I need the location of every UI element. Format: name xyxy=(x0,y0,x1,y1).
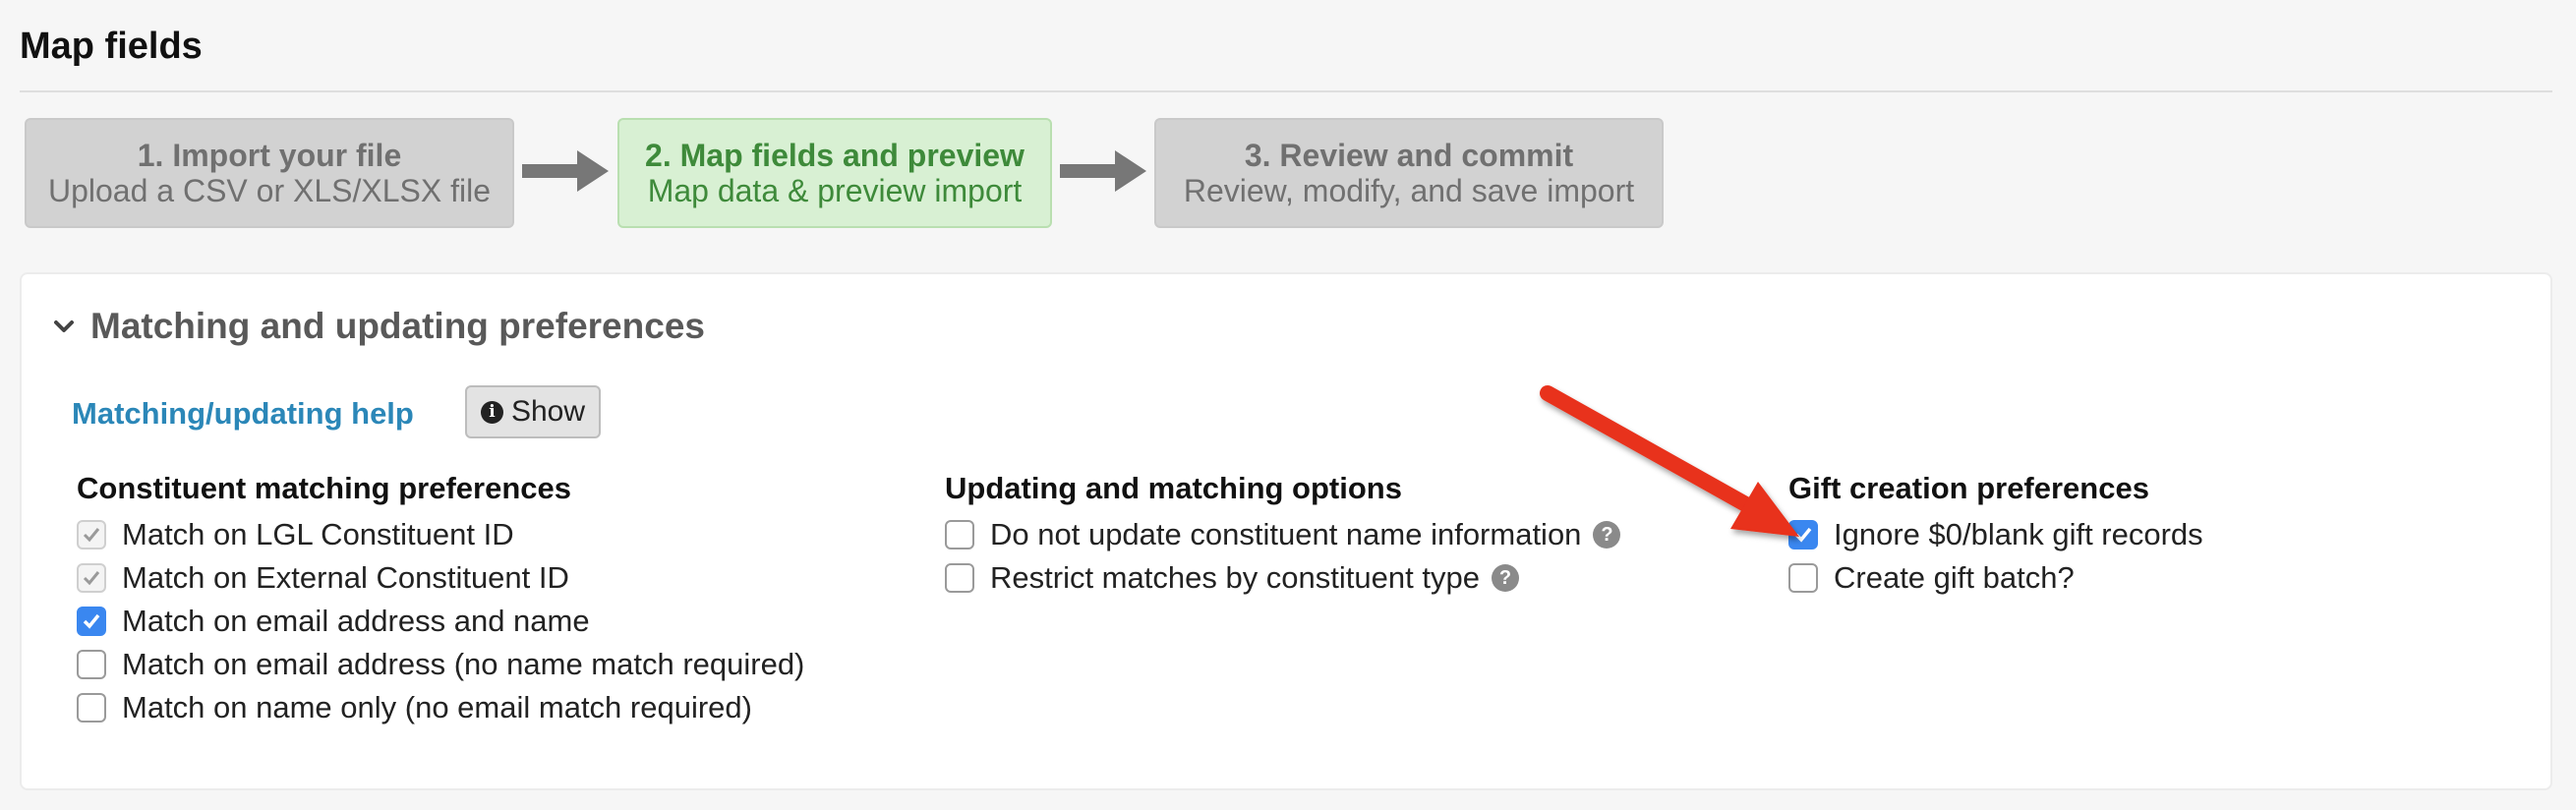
option-no-name-update: Do not update constituent name informati… xyxy=(945,513,1621,556)
option-label: Create gift batch? xyxy=(1834,560,2075,595)
option-label: Do not update constituent name informati… xyxy=(990,517,1582,551)
step-arrow-icon xyxy=(1060,150,1146,192)
step-title: 2. Map fields and preview xyxy=(645,138,1025,173)
annotation-arrow-icon xyxy=(1540,385,1799,537)
step-arrow-icon xyxy=(522,150,609,192)
option-label: Match on External Constituent ID xyxy=(122,560,569,595)
checkbox-create-gift-batch[interactable] xyxy=(1788,563,1818,593)
step-subtitle: Map data & preview import xyxy=(647,173,1023,208)
checkbox-match-email-name[interactable] xyxy=(77,607,106,636)
chevron-down-icon xyxy=(54,320,74,332)
updating-options-heading: Updating and matching options xyxy=(945,471,1402,505)
step-subtitle: Review, modify, and save import xyxy=(1183,173,1635,208)
option-label: Match on LGL Constituent ID xyxy=(122,517,514,551)
step-title: 3. Review and commit xyxy=(1244,138,1574,173)
option-restrict-type: Restrict matches by constituent type ? xyxy=(945,556,1620,600)
panel-title: Matching and updating preferences xyxy=(90,306,705,346)
constituent-matching-heading: Constituent matching preferences xyxy=(77,471,571,505)
step-review-commit[interactable]: 3. Review and commit Review, modify, and… xyxy=(1154,118,1664,228)
option-match-lgl-id: Match on LGL Constituent ID xyxy=(77,513,804,556)
step-import-file[interactable]: 1. Import your file Upload a CSV or XLS/… xyxy=(25,118,514,228)
checkbox-match-email-only[interactable] xyxy=(77,650,106,679)
show-button-label: Show xyxy=(510,395,586,428)
matching-preferences-panel: Matching and updating preferences Matchi… xyxy=(20,272,2552,790)
option-create-gift-batch: Create gift batch? xyxy=(1788,556,2203,600)
gift-creation-heading: Gift creation preferences xyxy=(1788,471,2149,505)
step-subtitle: Upload a CSV or XLS/XLSX file xyxy=(47,173,491,208)
option-label: Match on email address (no name match re… xyxy=(122,647,805,681)
option-label: Ignore $0/blank gift records xyxy=(1834,517,2203,551)
step-title: 1. Import your file xyxy=(137,138,402,173)
option-match-name-only: Match on name only (no email match requi… xyxy=(77,686,804,729)
checkbox-no-name-update[interactable] xyxy=(945,520,974,550)
constituent-matching-column: Constituent matching preferences Match o… xyxy=(77,471,804,729)
panel-header-toggle[interactable]: Matching and updating preferences xyxy=(51,306,705,347)
matching-help-link[interactable]: Matching/updating help xyxy=(72,396,414,432)
checkbox-restrict-type[interactable] xyxy=(945,563,974,593)
updating-options-column: Updating and matching options Do not upd… xyxy=(945,471,1621,600)
checkbox-match-lgl-id[interactable] xyxy=(77,520,106,550)
option-ignore-zero-gifts: Ignore $0/blank gift records xyxy=(1788,513,2203,556)
gift-creation-column: Gift creation preferences Ignore $0/blan… xyxy=(1788,471,2203,600)
show-help-button[interactable]: i Show xyxy=(465,385,601,438)
title-divider xyxy=(20,90,2552,92)
question-circle-icon[interactable]: ? xyxy=(1491,564,1519,592)
option-match-email-only: Match on email address (no name match re… xyxy=(77,643,804,686)
info-circle-icon: i xyxy=(480,400,503,424)
option-match-email-name: Match on email address and name xyxy=(77,600,804,643)
option-label: Match on name only (no email match requi… xyxy=(122,690,752,724)
option-label: Restrict matches by constituent type xyxy=(990,560,1480,595)
checkbox-match-name-only[interactable] xyxy=(77,693,106,723)
checkbox-match-external-id[interactable] xyxy=(77,563,106,593)
option-label: Match on email address and name xyxy=(122,604,590,638)
option-match-external-id: Match on External Constituent ID xyxy=(77,556,804,600)
page-title: Map fields xyxy=(20,26,203,67)
step-map-fields[interactable]: 2. Map fields and preview Map data & pre… xyxy=(617,118,1052,228)
